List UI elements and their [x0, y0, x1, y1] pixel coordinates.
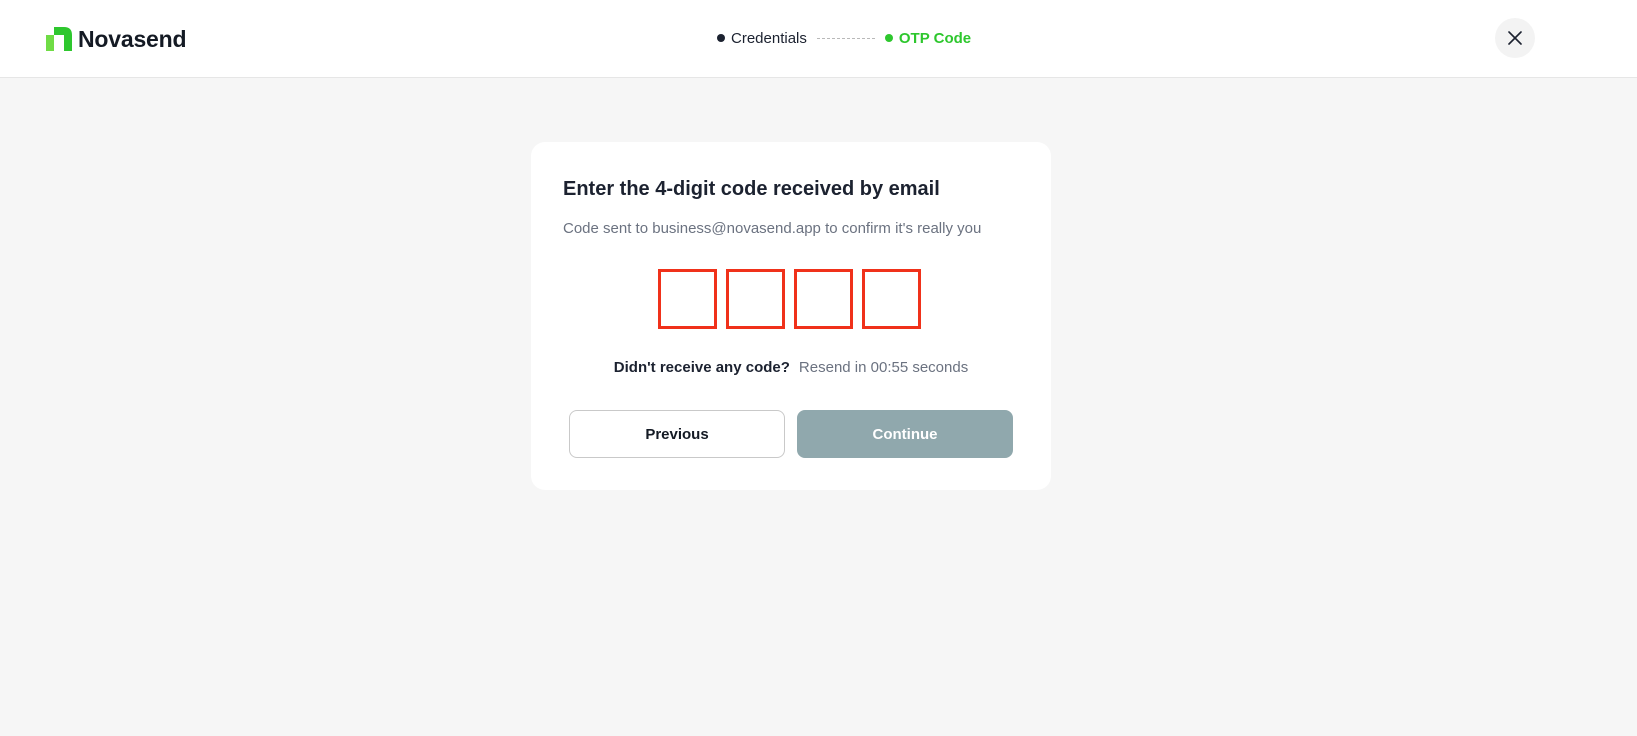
- continue-button[interactable]: Continue: [797, 410, 1013, 458]
- brand-name: Novasend: [78, 25, 187, 52]
- step-otp-code: OTP Code: [884, 29, 972, 47]
- step-credentials: Credentials: [717, 30, 807, 47]
- otp-input-group: [658, 269, 921, 329]
- top-bar: Novasend Credentials OTP Code: [0, 0, 1637, 78]
- otp-card: Enter the 4-digit code received by email…: [531, 142, 1051, 490]
- otp-digit-2[interactable]: [726, 269, 785, 329]
- resend-row: Didn't receive any code? Resend in 00:55…: [531, 359, 1051, 376]
- brand-logo[interactable]: Novasend: [46, 25, 187, 52]
- step-credentials-label: Credentials: [731, 29, 807, 47]
- page-title: Enter the 4-digit code received by email: [563, 178, 940, 200]
- close-button[interactable]: [1495, 18, 1535, 58]
- novasend-logo-icon: [46, 27, 72, 51]
- otp-digit-1[interactable]: [658, 269, 717, 329]
- otp-digit-3[interactable]: [794, 269, 853, 329]
- step-otp-code-dot: [884, 34, 893, 42]
- step-otp-code-label: OTP Code: [898, 29, 972, 47]
- otp-subtitle: Code sent to business@novasend.app to co…: [563, 220, 982, 237]
- resend-timer: Resend in 00:55 seconds: [798, 359, 969, 376]
- step-connector: [816, 37, 875, 39]
- progress-steps: Credentials OTP Code: [717, 28, 971, 48]
- step-credentials-dot: [717, 34, 725, 42]
- previous-button[interactable]: Previous: [569, 410, 785, 458]
- resend-question: Didn't receive any code?: [613, 359, 790, 376]
- otp-digit-4[interactable]: [862, 269, 921, 329]
- close-icon: [1508, 31, 1522, 45]
